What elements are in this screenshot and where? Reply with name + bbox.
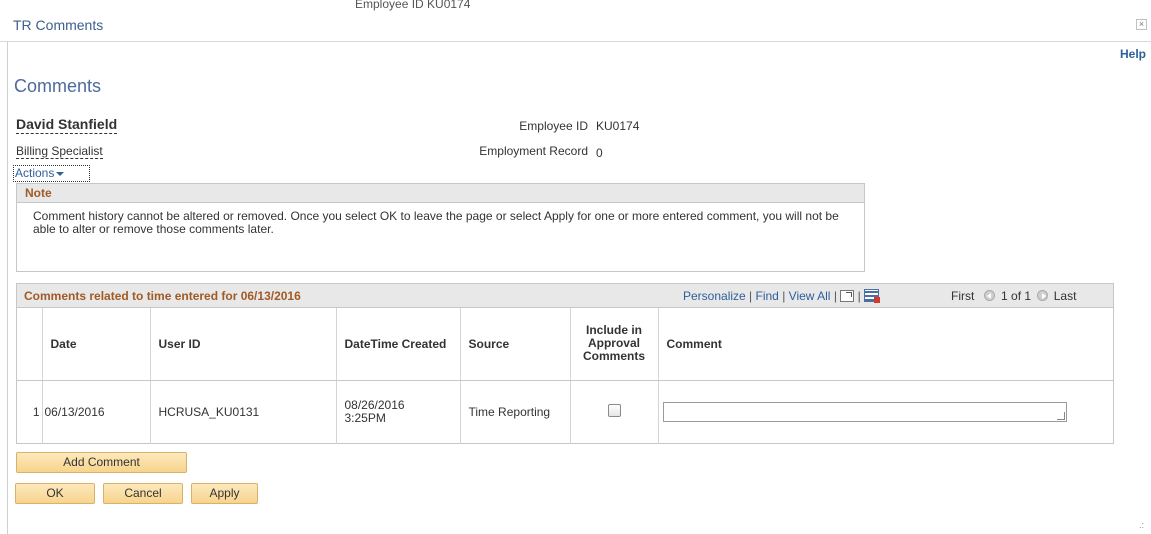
first-label: First	[951, 289, 975, 303]
table-row: 1 06/13/2016 HCRUSA_KU0131 08/26/2016 3:…	[17, 380, 1113, 444]
arrow-right-icon[interactable]	[1037, 290, 1049, 301]
source-column-header: Source	[460, 308, 571, 381]
comment-cell	[658, 380, 1113, 444]
grid-header: Comments related to time entered for 06/…	[17, 284, 1113, 308]
row-number: 1	[17, 380, 43, 444]
employee-id-value: KU0174	[596, 119, 640, 133]
background-page-text: Employee ID KU0174	[355, 0, 471, 11]
close-icon[interactable]: ×	[1136, 19, 1147, 30]
add-comment-button[interactable]: Add Comment	[16, 452, 187, 473]
separator: |	[749, 289, 753, 303]
comments-grid: Comments related to time entered for 06/…	[16, 283, 1114, 444]
include-approval-checkbox[interactable]	[607, 404, 621, 418]
date-column-header: Date	[42, 308, 151, 381]
actions-label: Actions	[15, 166, 55, 180]
grid-pager: First 1 of 1 Last	[951, 289, 1076, 303]
modal-title: TR Comments	[13, 17, 104, 33]
cancel-button[interactable]: Cancel	[103, 483, 183, 504]
note-heading: Note	[17, 184, 864, 203]
separator: |	[833, 289, 837, 303]
actions-menu-button[interactable]: Actions	[13, 165, 90, 182]
source-cell: Time Reporting	[460, 380, 571, 444]
note-text: Comment history cannot be altered or rem…	[33, 209, 839, 236]
separator: |	[782, 289, 786, 303]
comment-textarea[interactable]	[662, 402, 1067, 423]
user-id-column-header: User ID	[150, 308, 337, 381]
employee-id-label: Employee ID	[519, 119, 588, 133]
personalize-link[interactable]: Personalize	[683, 289, 746, 303]
new-window-icon[interactable]	[840, 290, 855, 302]
arrow-left-icon[interactable]	[983, 290, 995, 301]
employee-job-title[interactable]: Billing Specialist	[16, 144, 103, 159]
note-box: Note Comment history cannot be altered o…	[16, 183, 865, 272]
find-link[interactable]: Find	[756, 289, 779, 303]
modal-title-bar: Employee ID KU0174 TR Comments ×	[0, 0, 1151, 42]
datetime-created-value: 08/26/2016 3:25PM	[344, 398, 405, 426]
ok-button[interactable]: OK	[15, 483, 95, 504]
employment-record-label: Employment Record	[479, 144, 588, 158]
resize-grip-icon[interactable]: .:	[1139, 520, 1144, 530]
row-number-header	[17, 308, 43, 381]
employee-name[interactable]: David Stanfield	[16, 116, 118, 134]
left-border	[7, 42, 8, 534]
user-id-cell: HCRUSA_KU0131	[150, 380, 337, 444]
comments-table: Date User ID DateTime Created Source Inc…	[17, 308, 1113, 444]
comment-column-header: Comment	[658, 308, 1113, 381]
table-header-row: Date User ID DateTime Created Source Inc…	[17, 308, 1113, 381]
view-all-link[interactable]: View All	[789, 289, 831, 303]
datetime-created-column-header: DateTime Created	[336, 308, 461, 381]
grid-title: Comments related to time entered for 06/…	[24, 289, 301, 303]
page-range: 1 of 1	[1001, 289, 1032, 303]
employment-record-value: 0	[596, 146, 603, 160]
datetime-created-cell: 08/26/2016 3:25PM	[336, 380, 461, 444]
download-excel-icon[interactable]	[864, 289, 881, 303]
include-approval-column-header: Include in Approval Comments	[570, 308, 659, 381]
chevron-down-icon	[56, 171, 65, 176]
help-link[interactable]: Help	[1120, 47, 1146, 61]
page-title: Comments	[14, 76, 102, 96]
apply-button[interactable]: Apply	[191, 483, 258, 504]
separator: |	[857, 289, 861, 303]
last-label[interactable]: Last	[1054, 289, 1077, 303]
grid-toolbar: Personalize | Find | View All | |	[683, 289, 881, 303]
resize-handle-icon[interactable]	[1056, 412, 1065, 421]
include-cell	[570, 380, 659, 444]
date-cell: 06/13/2016	[42, 380, 151, 444]
